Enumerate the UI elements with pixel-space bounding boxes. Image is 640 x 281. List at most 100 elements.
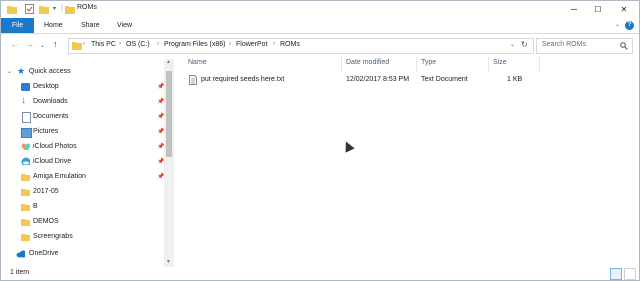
folder-icon [72,42,82,50]
tab-file[interactable]: File [1,18,34,33]
breadcrumb-os-c[interactable]: OS (C:) [126,41,150,48]
folder-icon [21,204,30,211]
nav-downloads[interactable]: ↓ Downloads 📌 [1,95,164,109]
column-divider[interactable] [416,57,417,71]
expand-ribbon-icon[interactable]: ⌄ [615,21,620,28]
icloud-drive-icon [21,157,30,165]
column-header-type[interactable]: Type [421,59,436,71]
nav-amiga-emulation[interactable]: Amiga Emulation 📌 [1,170,164,184]
nav-item-label: Screengrabs [33,233,73,240]
up-arrow-icon[interactable]: ↑ [53,39,58,49]
column-divider[interactable] [488,57,489,71]
window-title: ROMs [77,4,97,11]
forward-arrow-icon[interactable]: → [25,39,34,49]
scroll-up-icon[interactable]: ▲ [166,59,171,65]
breadcrumb-separator-icon[interactable]: › [229,41,231,47]
nav-item-label: Desktop [33,83,59,90]
breadcrumb-roms[interactable]: ROMs [280,41,300,48]
search-input[interactable]: Search ROMs [536,38,633,54]
address-dropdown-icon[interactable]: ⌄ [510,41,515,48]
file-date-modified: 12/02/2017 8:53 PM [346,76,410,83]
mouse-cursor [341,139,355,153]
text-file-icon [189,75,197,85]
nav-screengrabs[interactable]: Screengrabs [1,230,161,244]
column-header-name[interactable]: Name [188,59,207,71]
nav-icloud-drive[interactable]: iCloud Drive 📌 [1,155,164,169]
nav-item-label: Downloads [33,98,68,105]
download-icon: ↓ [21,95,26,106]
nav-item-label: DEMOS [33,218,59,225]
help-icon[interactable]: ? [625,21,634,30]
folder-icon [21,174,30,181]
nav-item-label: iCloud Photos [33,143,77,150]
nav-desktop[interactable]: Desktop 📌 [1,80,164,94]
pictures-icon [21,128,32,138]
breadcrumb-program-files[interactable]: Program Files (x86) [164,41,225,48]
status-bar: 1 item [1,267,639,280]
nav-item-label: OneDrive [29,250,59,257]
breadcrumb-separator-icon[interactable]: › [83,41,85,47]
tab-share[interactable]: Share [81,18,100,33]
file-name: put required seeds here.txt [201,76,285,83]
column-divider[interactable] [539,57,540,71]
refresh-icon[interactable]: ↻ [521,40,528,49]
nav-demos[interactable]: DEMOS [1,215,161,229]
details-view-icon[interactable] [610,268,622,280]
icloud-photos-icon [21,143,30,150]
file-row[interactable]: put required seeds here.txt 12/02/2017 8… [187,73,522,87]
maximize-button[interactable]: ☐ [586,1,610,18]
folder-icon [21,189,30,196]
folder-icon [21,219,30,226]
collapse-chevron-icon[interactable]: ⌄ [7,68,12,75]
recent-locations-icon[interactable]: ⌄ [40,41,45,51]
column-header-date-modified[interactable]: Date modified [346,59,389,71]
breadcrumb-separator-icon[interactable]: › [119,41,121,47]
nav-item-label: Amiga Emulation [33,173,86,180]
navigation-pane: ⌄ ★ Quick access Desktop 📌 ↓ Downloads 📌… [1,59,176,265]
search-placeholder: Search ROMs [542,41,586,48]
nav-onedrive[interactable]: OneDrive [1,247,161,261]
column-header-size[interactable]: Size [493,59,507,71]
nav-documents[interactable]: Documents 📌 [1,110,164,124]
cloud-icon [16,250,25,258]
nav-b[interactable]: B [1,200,161,214]
breadcrumb-separator-icon[interactable]: › [157,41,159,47]
large-icons-view-icon[interactable] [624,268,636,280]
nav-icloud-photos[interactable]: iCloud Photos 📌 [1,140,164,154]
nav-item-label: iCloud Drive [33,158,72,165]
nav-quick-access[interactable]: ⌄ ★ Quick access [1,65,161,79]
folder-icon [7,6,17,14]
scrollbar-thumb[interactable] [166,71,172,157]
explorer-window: ▾ | ROMs ─ ☐ ✕ File Home Share View ⌄ ? … [0,0,640,281]
properties-icon[interactable] [25,4,34,14]
breadcrumb-separator-icon[interactable]: › [273,41,275,47]
search-icon[interactable] [620,42,628,50]
nav-2017-05[interactable]: 2017-05 [1,185,161,199]
title-separator: | [61,3,64,12]
back-arrow-icon[interactable]: ← [10,39,19,49]
nav-item-label: Pictures [33,128,59,135]
file-type: Text Document [421,76,468,83]
new-folder-icon[interactable] [39,4,49,14]
close-button[interactable]: ✕ [612,1,636,18]
tab-home[interactable]: Home [44,18,63,33]
ribbon-tabs: File Home Share View ⌄ ? [1,18,639,34]
title-bar: ▾ | ROMs ─ ☐ ✕ [1,1,639,18]
document-icon [22,112,31,123]
minimize-button[interactable]: ─ [562,1,586,18]
nav-item-label: 2017-05 [33,188,59,195]
folder-icon [65,6,75,14]
quick-access-toolbar-dropdown-icon[interactable]: ▾ [53,5,56,12]
folder-icon [21,234,30,241]
address-bar[interactable]: › This PC › OS (C:) › Program Files (x86… [68,38,534,54]
breadcrumb-flowerpot[interactable]: FlowerPot [236,41,268,48]
nav-pictures[interactable]: Pictures 📌 [1,125,164,139]
desktop-icon [21,83,30,91]
tab-view[interactable]: View [117,18,132,33]
nav-item-label: Quick access [29,68,71,75]
nav-scrollbar[interactable]: ▲ ▼ [164,59,174,269]
column-divider[interactable] [341,57,342,71]
file-size: 1 KB [507,76,523,83]
breadcrumb-this-pc[interactable]: This PC [91,41,116,48]
scroll-down-icon[interactable]: ▼ [166,259,171,265]
